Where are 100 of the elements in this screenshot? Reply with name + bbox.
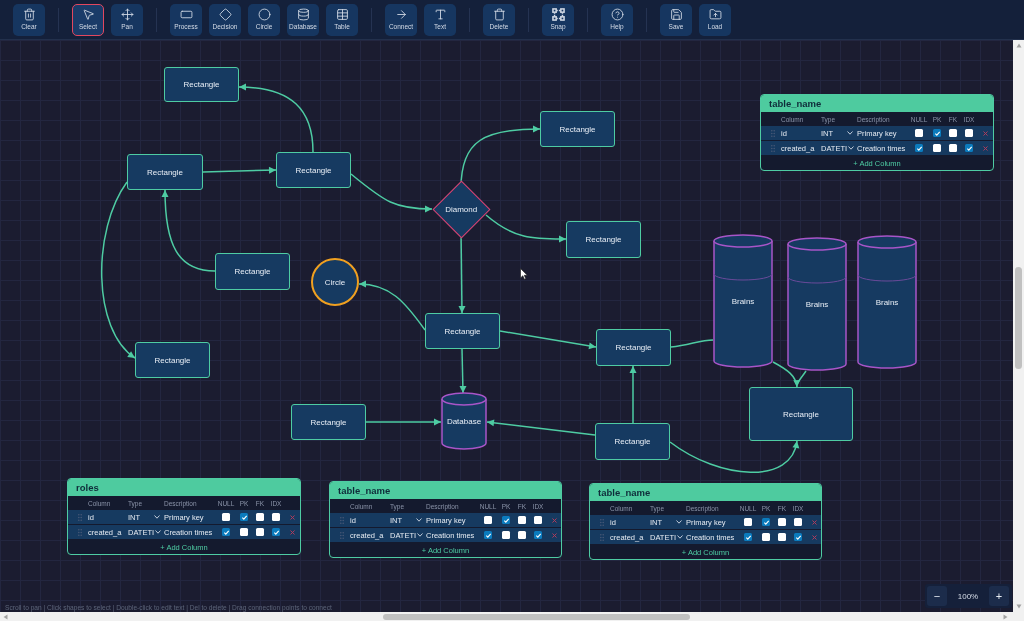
checkbox[interactable]: [518, 531, 526, 539]
rectangle-node: Rectangle: [291, 404, 366, 440]
checkbox[interactable]: [484, 531, 492, 539]
pointer-arrow-icon: [81, 8, 95, 22]
table-title[interactable]: table_name: [761, 95, 993, 112]
scroll-up-arrow-icon[interactable]: [1015, 43, 1022, 48]
snap-points-icon: [551, 8, 565, 22]
checkbox[interactable]: [272, 528, 280, 536]
trash-icon: [22, 8, 36, 22]
delete-icon[interactable]: [551, 517, 557, 523]
checkbox[interactable]: [484, 516, 492, 524]
checkbox[interactable]: [534, 516, 542, 524]
rectangle-node: Rectangle: [164, 67, 239, 102]
zoom-percent-text: 100%: [956, 591, 980, 601]
connector-arrow: [459, 348, 467, 394]
drag-handle-icon[interactable]: [771, 144, 775, 152]
delete-icon[interactable]: [289, 514, 295, 520]
delete-icon[interactable]: [289, 529, 295, 535]
scroll-down-arrow-icon[interactable]: [1015, 604, 1022, 609]
cylinder-node: Brains: [857, 235, 917, 369]
checkbox[interactable]: [256, 528, 264, 536]
checkbox[interactable]: [933, 129, 941, 137]
delete-icon[interactable]: [982, 145, 988, 151]
chevron-down-icon: [154, 515, 160, 519]
zoom-in-button[interactable]: +: [989, 586, 1009, 606]
rectangle-node: Rectangle: [276, 152, 351, 188]
horizontal-scrollbar[interactable]: [0, 612, 1024, 621]
checkbox[interactable]: [222, 513, 230, 521]
delete-icon[interactable]: [811, 534, 817, 540]
checkbox[interactable]: [778, 533, 786, 541]
rectangle-node: Rectangle: [127, 154, 203, 190]
diamond-icon: [218, 8, 232, 22]
connector-line: [796, 370, 807, 385]
chevron-down-icon: [847, 131, 853, 135]
folder-upload-icon: [708, 8, 722, 22]
checkbox[interactable]: [949, 144, 957, 152]
rectangle-node: Rectangle: [749, 387, 853, 441]
drag-handle-icon[interactable]: [600, 518, 604, 526]
checkbox[interactable]: [256, 513, 264, 521]
scrollbar-thumb[interactable]: [383, 613, 690, 620]
checkbox[interactable]: [915, 129, 923, 137]
checkbox[interactable]: [794, 533, 802, 541]
checkbox[interactable]: [240, 513, 248, 521]
checkbox[interactable]: [534, 531, 542, 539]
scroll-left-arrow-icon[interactable]: [3, 613, 8, 620]
checkbox[interactable]: [518, 516, 526, 524]
checkbox[interactable]: [762, 518, 770, 526]
delete-icon[interactable]: [982, 130, 988, 136]
checkbox[interactable]: [949, 129, 957, 137]
rectangle-node: Rectangle: [596, 329, 671, 366]
letter-t-icon: [433, 8, 447, 22]
drag-handle-icon[interactable]: [600, 533, 604, 541]
zoom-out-button[interactable]: −: [927, 586, 947, 606]
drag-handle-icon[interactable]: [78, 513, 82, 521]
checkbox[interactable]: [272, 513, 280, 521]
checkbox[interactable]: [744, 533, 752, 541]
vertical-scrollbar[interactable]: [1013, 40, 1024, 612]
trash-icon: [492, 8, 506, 22]
chevron-down-icon: [677, 535, 684, 539]
database-icon: [296, 8, 310, 22]
rectangle-node: Rectangle: [566, 221, 641, 258]
scrollbar-thumb[interactable]: [1015, 267, 1022, 369]
checkbox[interactable]: [744, 518, 752, 526]
delete-icon[interactable]: [551, 532, 557, 538]
table-title[interactable]: roles: [68, 479, 300, 496]
checkbox[interactable]: [240, 528, 248, 536]
diagram-canvas[interactable]: [0, 40, 1013, 612]
drag-handle-icon[interactable]: [78, 528, 82, 536]
cylinder-node: Database: [441, 392, 487, 450]
checkbox[interactable]: [915, 144, 923, 152]
delete-icon[interactable]: [811, 519, 817, 525]
checkbox[interactable]: [933, 144, 941, 152]
connector-arrow: [629, 365, 637, 424]
checkbox[interactable]: [502, 516, 510, 524]
checkbox[interactable]: [965, 129, 973, 137]
arrow-right-icon: [394, 8, 408, 22]
checkbox[interactable]: [762, 533, 770, 541]
circle-node: Circle: [311, 258, 359, 306]
connector-line: [670, 339, 714, 348]
table-grid-icon: [335, 8, 349, 22]
checkbox[interactable]: [778, 518, 786, 526]
connector-arrow: [358, 280, 426, 331]
checkbox[interactable]: [965, 144, 973, 152]
rectangle-node: Rectangle: [540, 111, 615, 147]
scroll-right-arrow-icon[interactable]: [1003, 613, 1008, 620]
four-way-arrows-icon: [120, 8, 134, 22]
checkbox[interactable]: [502, 531, 510, 539]
table-title[interactable]: table_name: [330, 482, 561, 499]
mouse-cursor-icon: [520, 268, 528, 280]
checkbox[interactable]: [222, 528, 230, 536]
drag-handle-icon[interactable]: [340, 516, 344, 524]
drag-handle-icon[interactable]: [340, 531, 344, 539]
cylinder-node: Brains: [713, 234, 773, 368]
rectangle-node: Rectangle: [595, 423, 670, 460]
drag-handle-icon[interactable]: [771, 129, 775, 137]
chevron-down-icon: [848, 146, 855, 150]
rectangle-node: Rectangle: [425, 313, 500, 349]
circle-icon: [257, 8, 271, 22]
table-title[interactable]: table_name: [590, 484, 821, 501]
checkbox[interactable]: [794, 518, 802, 526]
